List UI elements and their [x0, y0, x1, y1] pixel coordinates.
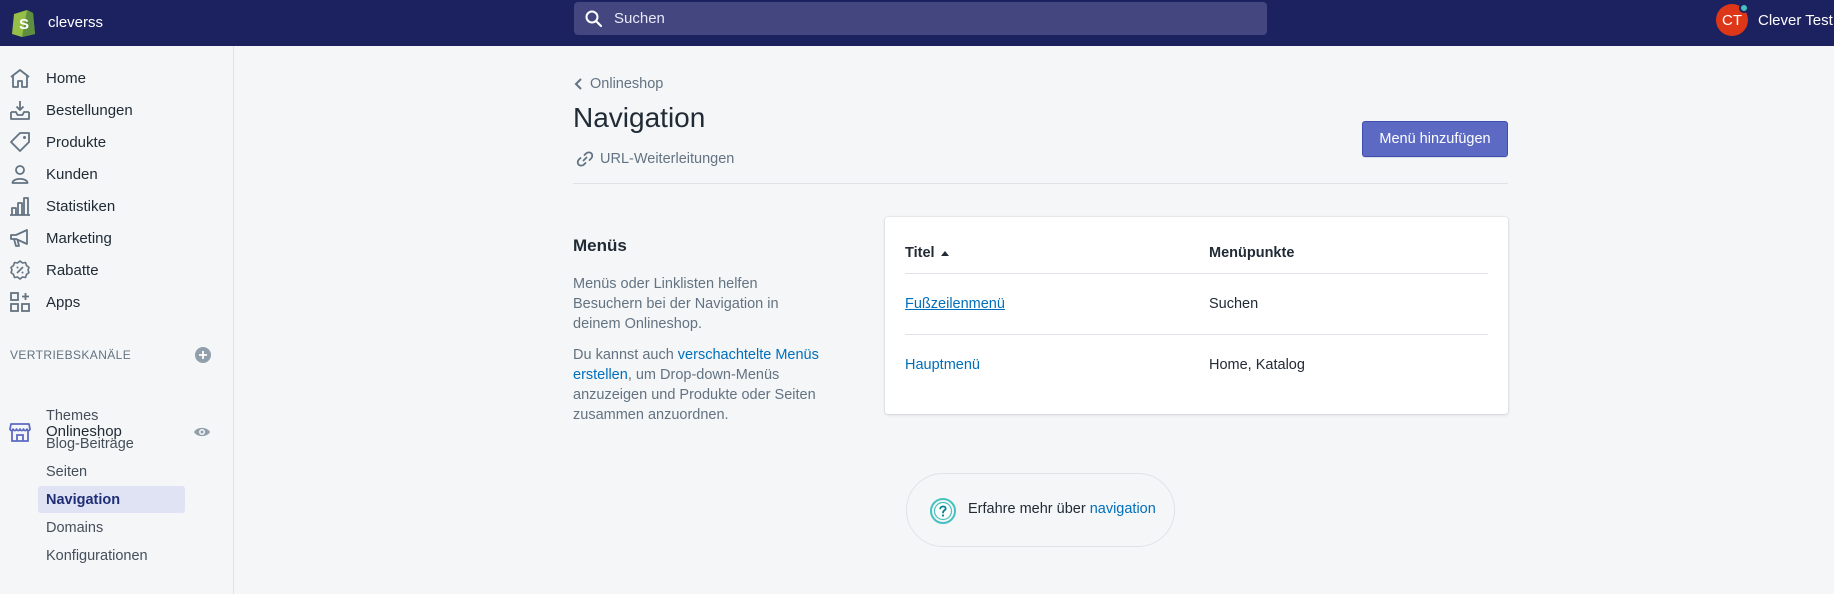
- link-icon: [576, 151, 594, 167]
- nested-menus-description: Du kannst auch verschachtelte Menüs erst…: [573, 345, 833, 425]
- row-divider: [905, 334, 1488, 335]
- subitem-label: Themes: [46, 407, 99, 424]
- apps-icon: [9, 291, 31, 313]
- sidebar-item-label: Marketing: [46, 229, 112, 247]
- subitem-label: Domains: [46, 519, 104, 536]
- orders-icon: [9, 99, 31, 121]
- tag-icon: [9, 131, 31, 153]
- sidebar-item-label: Apps: [46, 293, 81, 311]
- notification-dot-icon: [1739, 3, 1749, 13]
- help-prefix: Erfahre mehr über: [968, 501, 1090, 517]
- customer-icon: [9, 163, 31, 185]
- megaphone-icon: [9, 227, 31, 249]
- home-icon: [9, 67, 31, 89]
- subitem-label: Seiten: [46, 463, 88, 480]
- avatar-initials: CT: [1722, 11, 1742, 29]
- sidebar-item-orders[interactable]: Bestellungen: [0, 94, 233, 126]
- search-icon: [585, 10, 603, 27]
- sidebar-item-products[interactable]: Produkte: [0, 126, 233, 158]
- sidebar-item-label: Bestellungen: [46, 101, 133, 119]
- help-navigation-link[interactable]: navigation: [1090, 501, 1156, 517]
- breadcrumb: Onlineshop: [590, 76, 664, 92]
- sidebar-item-label: Home: [46, 69, 87, 87]
- menus-heading: Menüs: [573, 236, 627, 255]
- sidebar-item-label: Produkte: [46, 133, 107, 151]
- search-input[interactable]: [614, 10, 1214, 27]
- sidebar-subitem-navigation[interactable]: Navigation: [38, 486, 185, 513]
- search-bar[interactable]: [574, 2, 1267, 35]
- page-title: Navigation: [573, 102, 706, 133]
- analytics-icon: [9, 195, 31, 217]
- subitem-label: Navigation: [46, 491, 121, 508]
- sidebar-item-apps[interactable]: Apps: [0, 286, 233, 318]
- sales-channels-label: VERTRIEBSKANÄLE: [10, 348, 132, 362]
- subitem-label: Blog-Beiträge: [46, 435, 134, 452]
- menu-items-value: Suchen: [1209, 296, 1259, 312]
- add-menu-button[interactable]: Menü hinzufügen: [1362, 121, 1508, 157]
- menu-items-value: Home, Katalog: [1209, 357, 1305, 373]
- store-switcher[interactable]: S cleverss: [10, 4, 103, 40]
- sidebar: Home Bestellungen Produkte Kunden Statis…: [0, 46, 234, 594]
- column-header-menu-items: Menüpunkte: [1209, 245, 1294, 261]
- add-circle-icon[interactable]: [194, 346, 212, 364]
- menus-table-card: Titel Menüpunkte Fußzeilenmenü Suchen Ha…: [885, 217, 1508, 414]
- menus-description: Menüs oder Linklisten helfen Besuchern b…: [573, 276, 779, 332]
- store-name: cleverss: [48, 13, 104, 31]
- sidebar-item-home[interactable]: Home: [0, 62, 233, 94]
- menu-title-link[interactable]: Hauptmenü: [905, 357, 980, 373]
- discount-icon: [9, 259, 31, 281]
- store-icon: [9, 423, 31, 442]
- row-divider: [905, 273, 1488, 274]
- sidebar-item-label: Kunden: [46, 165, 98, 183]
- sort-ascending-icon: [940, 250, 949, 256]
- sales-channels-header: VERTRIEBSKANÄLE: [10, 346, 213, 364]
- sidebar-subitem-blog-posts[interactable]: Blog-Beiträge: [38, 430, 185, 457]
- eye-icon[interactable]: [193, 423, 211, 441]
- url-redirects-link[interactable]: URL-Weiterleitungen: [576, 149, 734, 169]
- user-name: Clever Test: [1758, 11, 1833, 29]
- shopify-logo-icon: S: [12, 10, 35, 37]
- help-footer: Erfahre mehr über navigation: [906, 473, 1175, 547]
- sidebar-item-label: Rabatte: [46, 261, 99, 279]
- user-menu[interactable]: CT Clever Test: [1716, 2, 1833, 38]
- help-question-icon: [930, 498, 956, 524]
- breadcrumb-back-link[interactable]: Onlineshop: [572, 74, 663, 94]
- header-divider: [573, 183, 1508, 184]
- sidebar-subitem-themes[interactable]: Themes: [38, 402, 185, 429]
- chevron-left-icon: [574, 78, 582, 90]
- sidebar-item-discounts[interactable]: Rabatte: [0, 254, 233, 286]
- menu-title-link[interactable]: Fußzeilenmenü: [905, 296, 1005, 312]
- sidebar-item-marketing[interactable]: Marketing: [0, 222, 233, 254]
- sidebar-item-analytics[interactable]: Statistiken: [0, 190, 233, 222]
- sidebar-subitem-pages[interactable]: Seiten: [38, 458, 185, 485]
- help-text: Erfahre mehr über navigation: [968, 501, 1156, 517]
- column-header-title[interactable]: Titel: [905, 245, 949, 261]
- sidebar-subitem-domains[interactable]: Domains: [38, 514, 185, 541]
- sidebar-subitem-preferences[interactable]: Konfigurationen: [38, 542, 185, 569]
- subitem-label: Konfigurationen: [46, 547, 148, 564]
- top-bar: S cleverss CT Clever Test: [0, 0, 1834, 46]
- description-text: Du kannst auch: [573, 347, 678, 363]
- svg-text:S: S: [19, 16, 29, 33]
- sidebar-item-label: Statistiken: [46, 197, 116, 215]
- sidebar-item-customers[interactable]: Kunden: [0, 158, 233, 190]
- column-title-label: Titel: [905, 245, 935, 261]
- avatar[interactable]: CT: [1716, 3, 1749, 36]
- url-redirects-label: URL-Weiterleitungen: [600, 151, 735, 167]
- column-items-label: Menüpunkte: [1209, 245, 1295, 261]
